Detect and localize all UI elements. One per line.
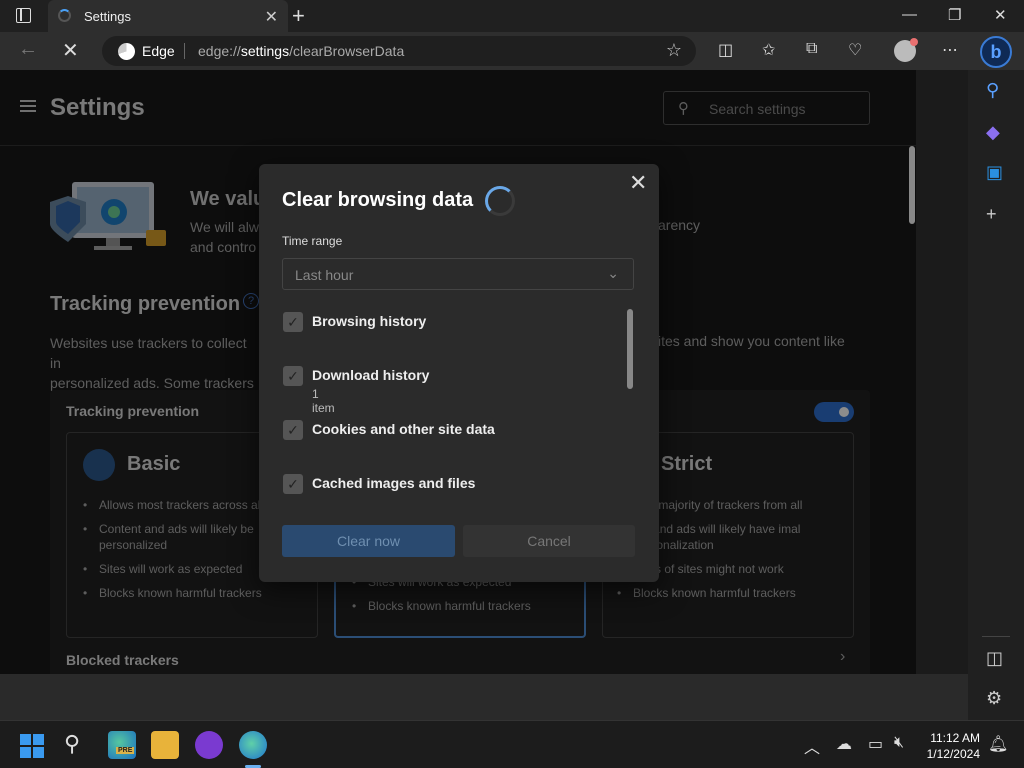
chevron-down-icon: ⌄ — [607, 265, 619, 281]
search-icon[interactable]: ⚲ — [986, 80, 999, 101]
checkbox-icon[interactable]: ✓ — [283, 420, 303, 440]
tab-settings[interactable]: Settings ✕ — [48, 0, 288, 32]
clock-date: 1/12/2024 — [926, 747, 980, 761]
clear-now-button[interactable]: Clear now — [282, 525, 455, 557]
loading-spinner-icon — [485, 186, 515, 216]
close-window-icon[interactable]: ✕ — [994, 6, 1007, 24]
pre-badge: PRE — [116, 747, 135, 754]
item-label: Cookies and other site data — [312, 421, 495, 437]
tab-close-icon[interactable]: ✕ — [265, 7, 278, 27]
volume-muted-icon[interactable]: 🔇︎ — [894, 734, 904, 752]
notifications-icon[interactable]: 🔔︎ — [988, 734, 1008, 754]
dialog-scrollbar[interactable] — [627, 309, 633, 389]
page-bottom-strip — [0, 674, 968, 720]
dialog-title: Clear browsing data — [282, 189, 474, 211]
bing-copilot-icon[interactable]: b — [980, 36, 1012, 68]
tab-title: Settings — [84, 9, 131, 24]
checkbox-icon[interactable]: ✓ — [283, 474, 303, 494]
collections-icon[interactable]: ⧉ — [806, 40, 817, 58]
edge-beta-icon[interactable]: PRE — [108, 731, 136, 759]
favorites-icon[interactable]: ✩ — [762, 40, 775, 60]
tor-browser-icon[interactable] — [195, 731, 223, 759]
edge-icon[interactable] — [239, 731, 267, 759]
address-bar[interactable]: Edge edge://settings/clearBrowserData ☆ — [102, 36, 696, 66]
hide-sidebar-icon[interactable]: ◫ — [986, 648, 1003, 669]
address-brand: Edge — [142, 43, 175, 59]
item-label: Browsing history — [312, 313, 427, 329]
data-types-list: ✓ Browsing history ✓ Download history 1 … — [282, 304, 622, 514]
loading-spinner-icon — [58, 9, 71, 22]
stop-icon[interactable]: ✕ — [62, 38, 79, 63]
split-screen-icon[interactable]: ◫ — [718, 40, 733, 60]
clock-time: 11:12 AM — [930, 731, 980, 745]
profile-avatar[interactable] — [894, 38, 918, 62]
outlook-icon[interactable]: ▣ — [986, 162, 1003, 183]
item-sublabel: 1 item — [312, 387, 335, 415]
sidebar-divider — [982, 636, 1010, 637]
tab-actions-icon[interactable] — [16, 8, 31, 23]
gear-icon[interactable]: ⚙ — [986, 688, 1002, 709]
time-range-select[interactable]: Last hour ⌄ — [282, 258, 634, 290]
checkbox-icon[interactable]: ✓ — [283, 312, 303, 332]
address-divider — [184, 43, 185, 59]
browser-essentials-icon[interactable]: ♡ — [848, 40, 862, 60]
title-bar: Settings ✕ + — ❐ ✕ — [0, 0, 1024, 32]
new-tab-icon[interactable]: + — [292, 3, 305, 29]
search-icon[interactable]: ⚲ — [64, 731, 80, 757]
minimize-icon[interactable]: — — [902, 6, 917, 23]
chevron-up-icon[interactable]: ︿ — [804, 734, 820, 758]
restore-icon[interactable]: ❐ — [948, 6, 961, 24]
more-options-icon[interactable]: ⋯ — [942, 40, 958, 60]
clear-browsing-data-dialog: Clear browsing data ✕ Time range Last ho… — [259, 164, 659, 582]
file-explorer-icon[interactable] — [151, 731, 179, 759]
item-label: Cached images and files — [312, 475, 476, 491]
page-scrollbar[interactable] — [909, 146, 915, 224]
item-label: Download history — [312, 367, 430, 383]
network-icon[interactable]: ▭ — [868, 734, 883, 754]
favorite-star-icon[interactable]: ☆ — [666, 40, 682, 61]
start-icon[interactable] — [20, 734, 44, 758]
taskbar: ⚲ PRE ︿ ☁ ▭ 🔇︎ 11:12 AM 1/12/2024 🔔︎ — [0, 720, 1024, 768]
time-range-value: Last hour — [295, 267, 354, 283]
edge-logo-icon — [118, 43, 135, 60]
browser-toolbar: ← ✕ Edge edge://settings/clearBrowserDat… — [0, 32, 1024, 70]
address-url[interactable]: edge://settings/clearBrowserData — [198, 43, 404, 59]
add-icon[interactable]: + — [986, 204, 997, 225]
copilot-icon[interactable]: ◆ — [986, 122, 1000, 143]
dialog-close-icon[interactable]: ✕ — [629, 170, 647, 196]
system-clock[interactable]: 11:12 AM 1/12/2024 — [920, 730, 980, 762]
back-icon[interactable]: ← — [18, 38, 38, 61]
edge-sidebar: ⚲ ◆ ▣ + ◫ ⚙ — [968, 70, 1024, 720]
time-range-label: Time range — [282, 234, 343, 248]
checkbox-icon[interactable]: ✓ — [283, 366, 303, 386]
cancel-button[interactable]: Cancel — [463, 525, 635, 557]
onedrive-icon[interactable]: ☁ — [836, 734, 852, 754]
